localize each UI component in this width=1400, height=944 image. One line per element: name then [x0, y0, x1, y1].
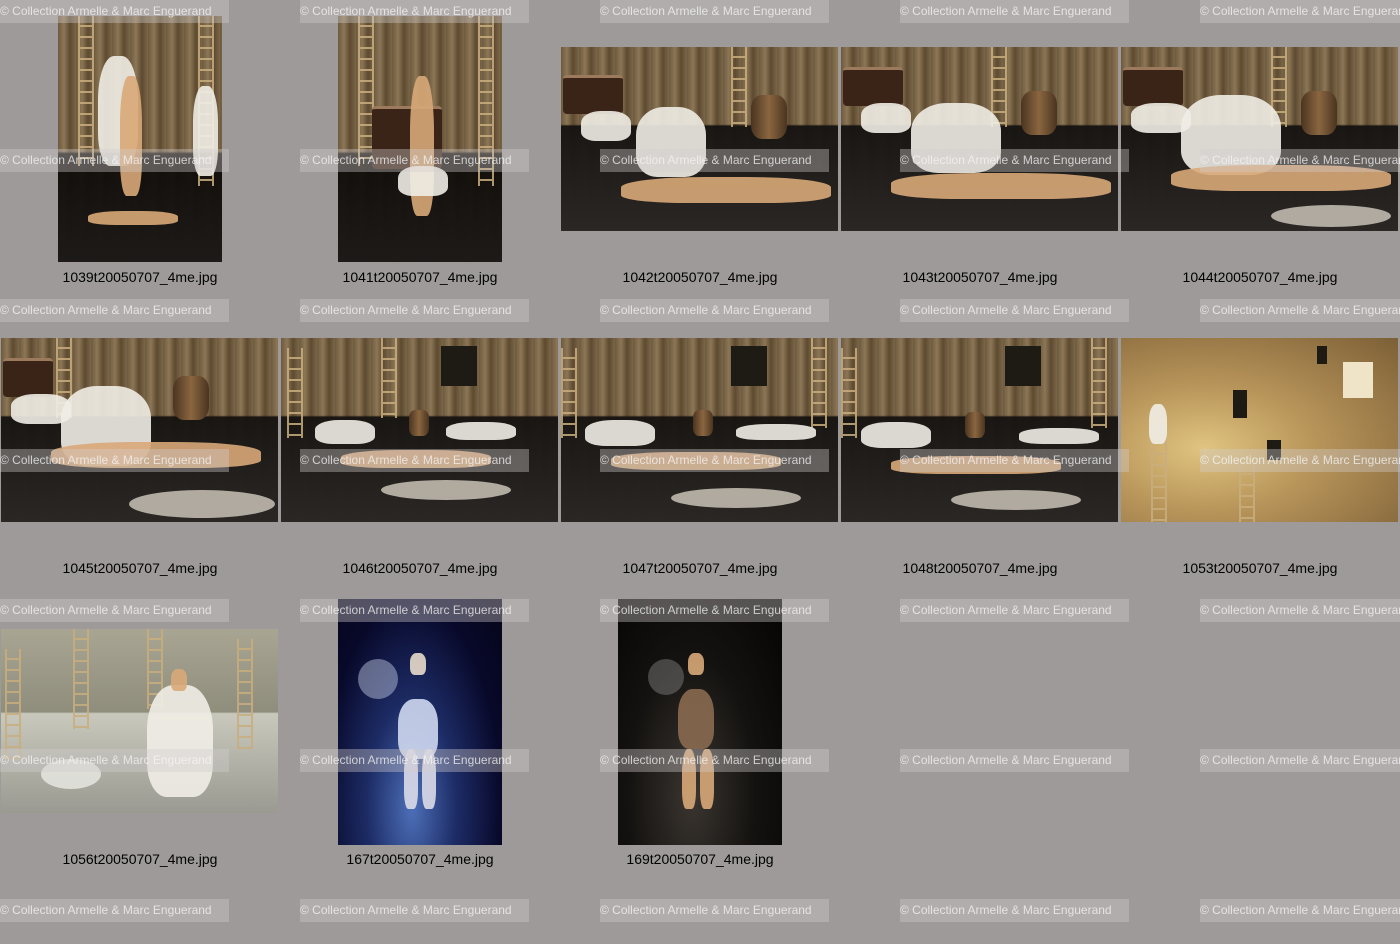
thumbnail-1056[interactable]	[1, 629, 278, 813]
thumbnail-caption: 1039t20050707_4me.jpg	[62, 269, 218, 285]
watermark: © Collection Armelle & Marc Enguerand	[1200, 749, 1400, 772]
thumbnail-1046[interactable]	[281, 338, 558, 522]
watermark: © Collection Armelle & Marc Enguerand	[600, 0, 829, 23]
thumbnail-1041[interactable]	[338, 16, 502, 262]
thumbnail-caption: 1048t20050707_4me.jpg	[902, 560, 1058, 576]
thumbnail-1043[interactable]	[841, 47, 1118, 231]
thumbnail-caption: 169t20050707_4me.jpg	[626, 851, 774, 867]
thumbnail-caption: 1044t20050707_4me.jpg	[1182, 269, 1338, 285]
watermark: © Collection Armelle & Marc Enguerand	[0, 299, 229, 322]
contact-sheet: 1039t20050707_4me.jpg 1041t20050707_4me.…	[0, 0, 1400, 944]
thumbnail-1042[interactable]	[561, 47, 838, 231]
thumbnail-167[interactable]	[338, 599, 502, 845]
thumbnail-1044[interactable]	[1121, 47, 1398, 231]
thumbnail-caption: 1045t20050707_4me.jpg	[62, 560, 218, 576]
thumbnail-1053[interactable]	[1121, 338, 1398, 522]
thumbnail-1047[interactable]	[561, 338, 838, 522]
thumbnail-caption: 167t20050707_4me.jpg	[346, 851, 494, 867]
thumbnail-1048[interactable]	[841, 338, 1118, 522]
thumbnail-caption: 1053t20050707_4me.jpg	[1182, 560, 1338, 576]
watermark: © Collection Armelle & Marc Enguerand	[1200, 599, 1400, 622]
thumbnail-169[interactable]	[618, 599, 782, 845]
thumbnail-caption: 1056t20050707_4me.jpg	[62, 851, 218, 867]
watermark: © Collection Armelle & Marc Enguerand	[300, 899, 529, 922]
watermark: © Collection Armelle & Marc Enguerand	[0, 599, 229, 622]
watermark: © Collection Armelle & Marc Enguerand	[900, 299, 1129, 322]
watermark: © Collection Armelle & Marc Enguerand	[600, 899, 829, 922]
watermark: © Collection Armelle & Marc Enguerand	[1200, 299, 1400, 322]
watermark: © Collection Armelle & Marc Enguerand	[1200, 0, 1400, 23]
watermark: © Collection Armelle & Marc Enguerand	[900, 0, 1129, 23]
watermark: © Collection Armelle & Marc Enguerand	[1200, 899, 1400, 922]
thumbnail-1039[interactable]	[58, 16, 222, 262]
thumbnail-caption: 1042t20050707_4me.jpg	[622, 269, 778, 285]
thumbnail-caption: 1047t20050707_4me.jpg	[622, 560, 778, 576]
thumbnail-caption: 1046t20050707_4me.jpg	[342, 560, 498, 576]
watermark: © Collection Armelle & Marc Enguerand	[600, 299, 829, 322]
thumbnail-1045[interactable]	[1, 338, 278, 522]
watermark: © Collection Armelle & Marc Enguerand	[300, 299, 529, 322]
thumbnail-caption: 1043t20050707_4me.jpg	[902, 269, 1058, 285]
watermark: © Collection Armelle & Marc Enguerand	[900, 749, 1129, 772]
thumbnail-caption: 1041t20050707_4me.jpg	[342, 269, 498, 285]
watermark: © Collection Armelle & Marc Enguerand	[900, 599, 1129, 622]
watermark: © Collection Armelle & Marc Enguerand	[900, 899, 1129, 922]
watermark: © Collection Armelle & Marc Enguerand	[0, 899, 229, 922]
